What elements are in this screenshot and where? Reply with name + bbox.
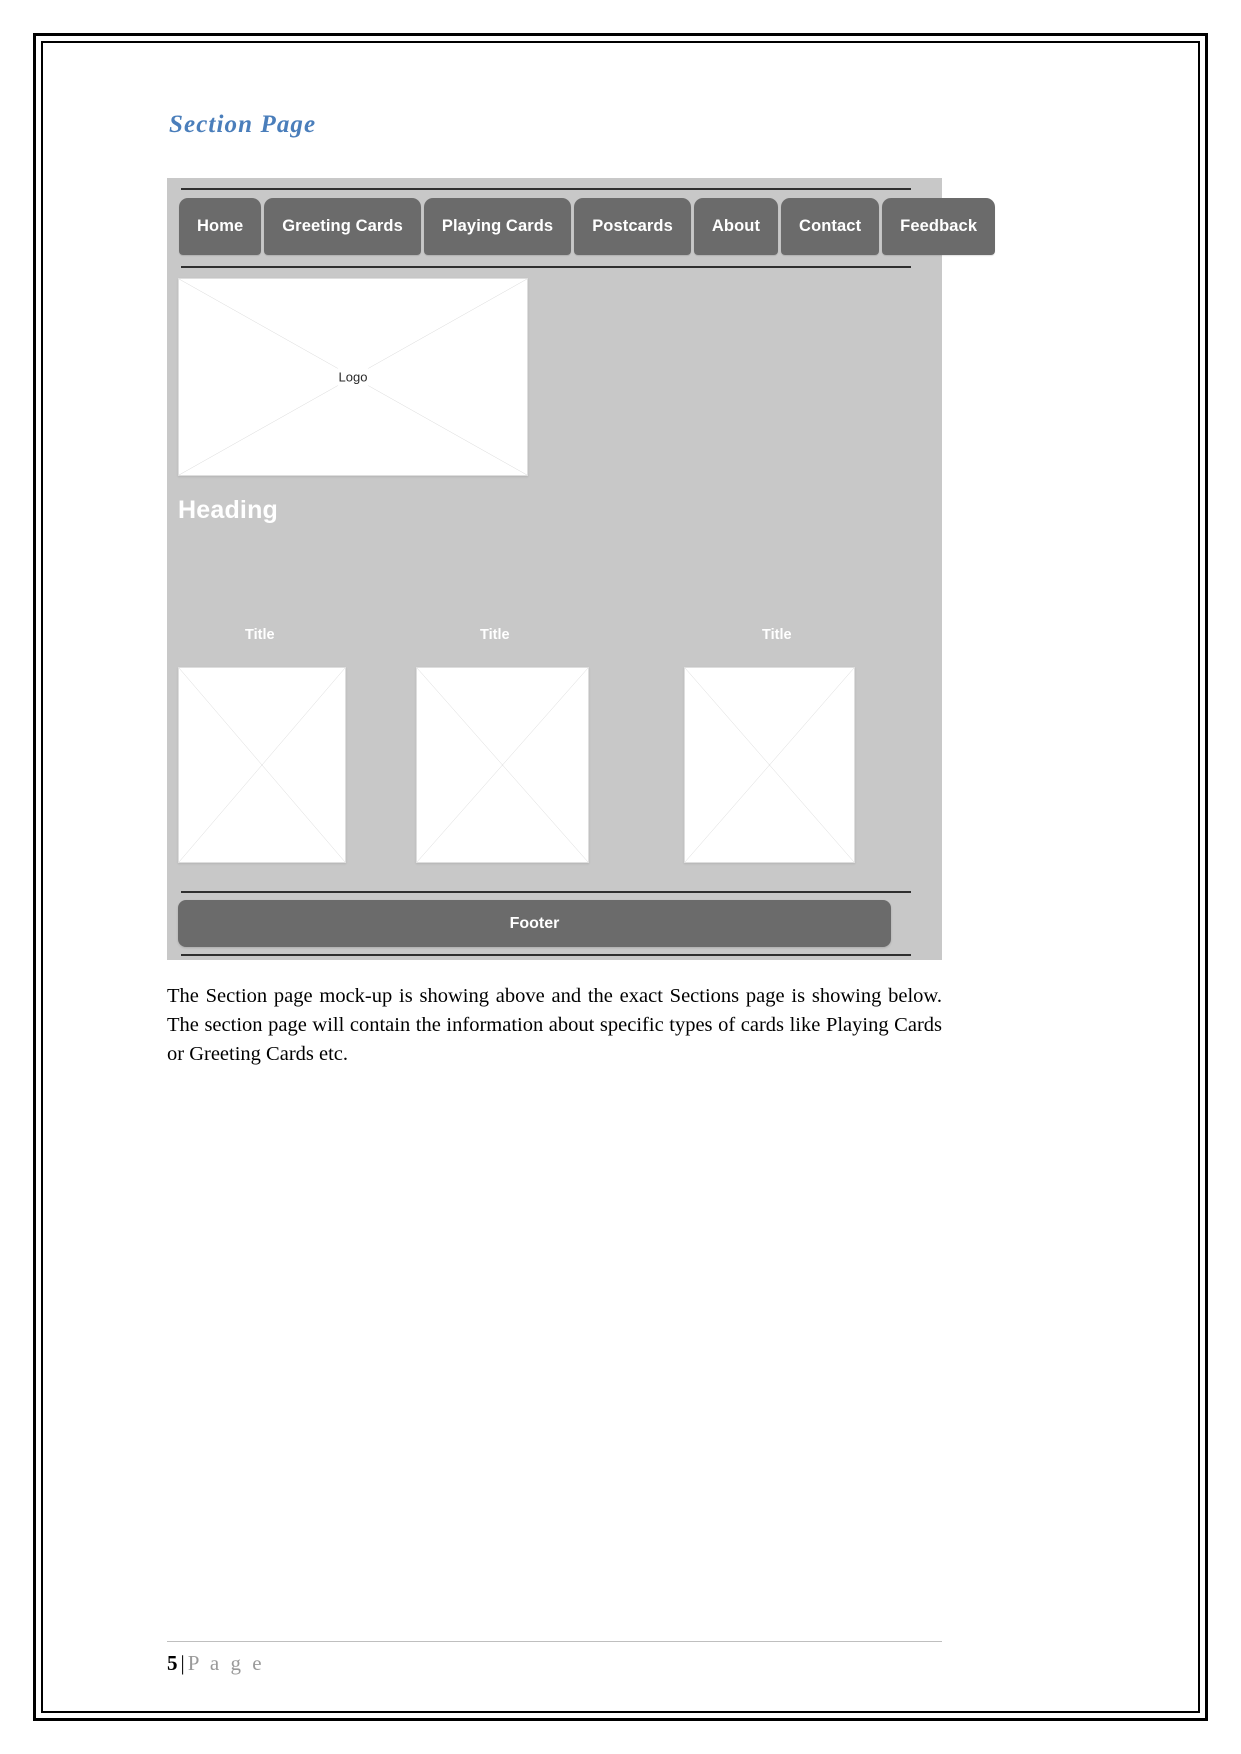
nav-item-contact[interactable]: Contact	[781, 198, 880, 255]
placeholder-cross-icon	[417, 668, 588, 862]
section-page-mockup: Home Greeting Cards Playing Cards Postca…	[167, 178, 996, 960]
page-footer-text: 5 | P a g e	[167, 1651, 942, 1676]
content-placeholder-box-2	[416, 667, 589, 863]
nav-item-about[interactable]: About	[693, 198, 779, 255]
mockup-heading-text: Heading	[178, 496, 279, 524]
mockup-navigation-area: Home Greeting Cards Playing Cards Postca…	[167, 188, 996, 268]
content-placeholder-box-3	[684, 667, 855, 863]
nav-item-greeting-cards[interactable]: Greeting Cards	[264, 198, 421, 255]
nav-item-home[interactable]: Home	[179, 198, 262, 255]
placeholder-cross-icon	[685, 668, 854, 862]
column-title-1: Title	[245, 627, 275, 643]
page-content: Section Page Home Greeting Cards Playing…	[167, 110, 996, 1090]
body-paragraph: The Section page mock-up is showing abov…	[167, 985, 942, 1066]
mockup-footer-bottom-rule	[181, 954, 911, 956]
nav-item-postcards[interactable]: Postcards	[574, 198, 691, 255]
page-footer-rule	[167, 1641, 942, 1642]
mockup-footer-bar[interactable]: Footer	[178, 900, 891, 947]
page-footer-separator: |	[180, 1651, 185, 1675]
mockup-footer-top-rule	[181, 891, 911, 893]
page-number: 5	[167, 1651, 178, 1675]
section-page-heading: Section Page	[169, 111, 317, 138]
logo-placeholder-label: Logo	[331, 368, 375, 386]
placeholder-cross-icon	[179, 668, 345, 862]
page-footer: 5 | P a g e	[167, 1641, 942, 1676]
nav-bottom-rule	[181, 266, 911, 268]
column-title-2: Title	[480, 627, 510, 643]
logo-placeholder-box: Logo	[178, 278, 528, 476]
nav-top-rule	[181, 188, 911, 190]
nav-item-playing-cards[interactable]: Playing Cards	[423, 198, 572, 255]
page-footer-word: P a g e	[187, 1651, 265, 1675]
content-placeholder-box-1	[178, 667, 346, 863]
nav-item-feedback[interactable]: Feedback	[882, 198, 996, 255]
mockup-navbar: Home Greeting Cards Playing Cards Postca…	[179, 198, 996, 255]
column-title-3: Title	[762, 627, 792, 643]
